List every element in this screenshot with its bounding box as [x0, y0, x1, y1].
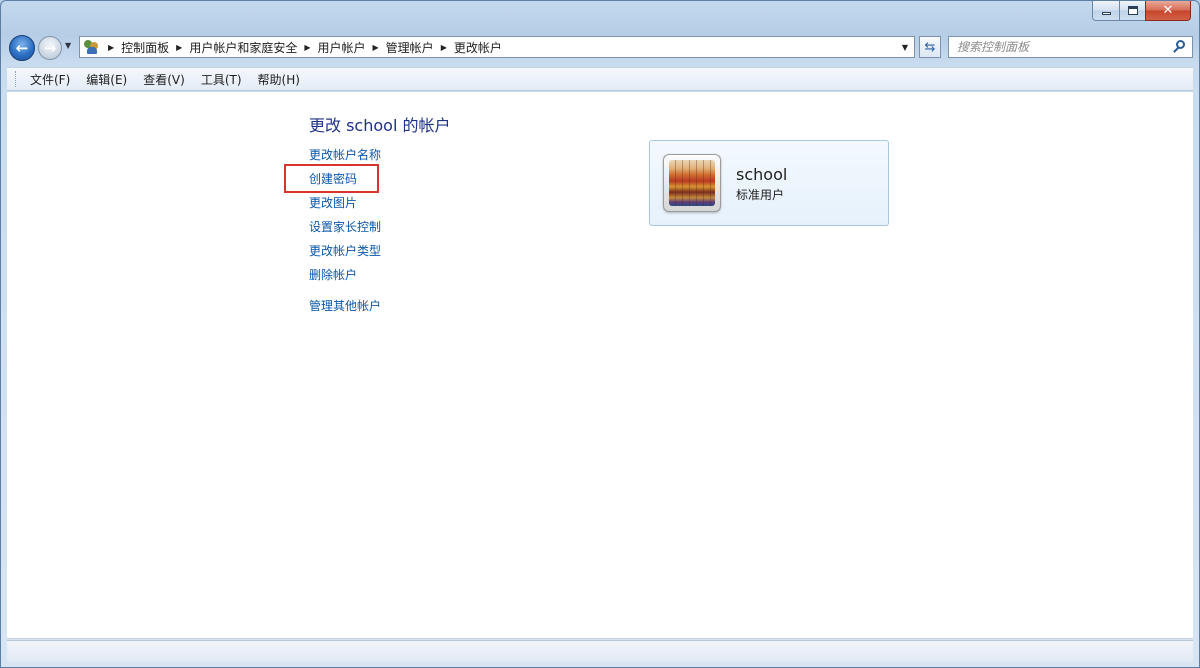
menu-view[interactable]: 查看(V)	[135, 69, 193, 90]
refresh-button[interactable]: ⇆	[919, 36, 941, 58]
minimize-button[interactable]	[1092, 1, 1119, 21]
forward-button[interactable]: →	[38, 36, 62, 60]
address-bar[interactable]: ▶ 控制面板 ▶ 用户帐户和家庭安全 ▶ 用户帐户 ▶ 管理帐户 ▶ 更改帐户 …	[79, 36, 915, 58]
avatar-frame	[663, 154, 721, 212]
navigation-bar: ← → ▼ ▶ 控制面板 ▶ 用户帐户和家庭安全 ▶ 用户帐户 ▶ 管理帐户 ▶…	[7, 33, 1193, 61]
breadcrumb-user-accounts-family-safety[interactable]: 用户帐户和家庭安全	[189, 39, 297, 56]
menu-file[interactable]: 文件(F)	[22, 69, 78, 90]
avatar	[669, 160, 715, 206]
breadcrumb-change-account[interactable]: 更改帐户	[454, 39, 502, 56]
close-icon: ✕	[1162, 3, 1174, 18]
task-parental-controls[interactable]: 设置家长控制	[309, 219, 381, 243]
content-pane: 更改 school 的帐户 更改帐户名称 创建密码 更改图片 设置家长控制 更改…	[7, 92, 1193, 639]
highlight-box-create-password	[284, 164, 379, 193]
task-change-account-type[interactable]: 更改帐户类型	[309, 243, 381, 267]
recent-pages-dropdown-icon[interactable]: ▼	[65, 41, 71, 50]
task-delete-account[interactable]: 删除帐户	[309, 267, 381, 291]
address-dropdown-icon[interactable]: ▼	[896, 37, 914, 57]
search-input[interactable]	[949, 38, 1171, 56]
close-button[interactable]: ✕	[1145, 1, 1191, 21]
menu-tools[interactable]: 工具(T)	[193, 69, 250, 90]
breadcrumb-chevron-icon[interactable]: ▶	[108, 43, 114, 52]
maximize-icon	[1127, 6, 1138, 15]
search-icon[interactable]	[1171, 38, 1189, 56]
breadcrumb-chevron-icon[interactable]: ▶	[373, 43, 379, 52]
control-panel-window: ✕ ← → ▼ ▶ 控制面板 ▶ 用户帐户和家庭安全 ▶ 用户帐户 ▶ 管理帐户…	[0, 0, 1200, 668]
status-bar	[7, 640, 1193, 662]
back-button[interactable]: ←	[9, 35, 35, 61]
breadcrumb-chevron-icon[interactable]: ▶	[304, 43, 310, 52]
task-change-picture[interactable]: 更改图片	[309, 195, 381, 219]
search-box	[948, 36, 1193, 58]
page-title: 更改 school 的帐户	[309, 116, 451, 135]
account-name: school	[736, 165, 788, 184]
task-manage-other-accounts[interactable]: 管理其他帐户	[309, 298, 381, 322]
maximize-button[interactable]	[1119, 1, 1145, 21]
account-type: 标准用户	[736, 188, 785, 202]
breadcrumb-chevron-icon[interactable]: ▶	[176, 43, 182, 52]
menu-edit[interactable]: 编辑(E)	[78, 69, 135, 90]
breadcrumb-manage-accounts[interactable]: 管理帐户	[386, 39, 434, 56]
menu-help[interactable]: 帮助(H)	[250, 69, 308, 90]
window-caption-buttons: ✕	[1092, 1, 1191, 21]
user-accounts-icon	[83, 39, 101, 55]
breadcrumb-control-panel[interactable]: 控制面板	[121, 39, 169, 56]
menu-bar: 文件(F) 编辑(E) 查看(V) 工具(T) 帮助(H)	[7, 67, 1193, 91]
breadcrumb-user-accounts[interactable]: 用户帐户	[318, 39, 366, 56]
breadcrumb-chevron-icon[interactable]: ▶	[441, 43, 447, 52]
menu-grip	[15, 71, 18, 87]
minimize-icon	[1101, 12, 1111, 15]
back-arrow-icon: ←	[15, 39, 29, 57]
refresh-icon: ⇆	[924, 39, 936, 55]
forward-arrow-icon: →	[43, 39, 57, 57]
account-card: school 标准用户	[649, 140, 889, 226]
